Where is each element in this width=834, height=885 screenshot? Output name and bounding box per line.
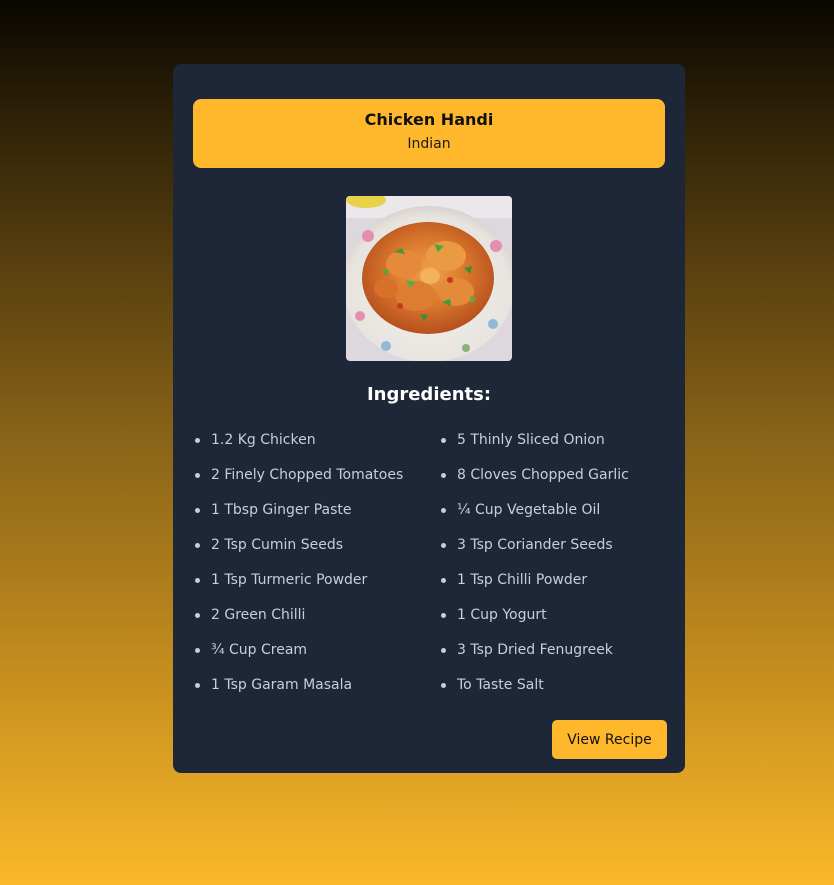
ingredient-text: 1 Tbsp Ginger Paste xyxy=(211,502,352,518)
ingredient-text: 1 Tsp Chilli Powder xyxy=(457,572,588,588)
ingredient-item: To Taste Salt xyxy=(439,674,629,709)
ingredient-item: 1.2 Kg Chicken xyxy=(193,429,403,464)
ingredient-item: 3 Tsp Coriander Seeds xyxy=(439,534,629,569)
recipe-title: Chicken Handi xyxy=(364,110,494,129)
bullet-icon xyxy=(441,613,446,618)
bullet-icon xyxy=(441,508,446,513)
ingredient-text: 2 Tsp Cumin Seeds xyxy=(211,537,344,553)
ingredient-text: 3 Tsp Dried Fenugreek xyxy=(457,642,613,658)
ingredient-text: 1.2 Kg Chicken xyxy=(211,432,316,448)
recipe-image xyxy=(346,196,512,361)
bullet-icon xyxy=(441,683,446,688)
bullet-icon xyxy=(195,578,200,583)
ingredient-text: ¼ Cup Vegetable Oil xyxy=(457,502,601,518)
view-recipe-button[interactable]: View Recipe xyxy=(552,720,667,759)
ingredient-item: ¼ Cup Vegetable Oil xyxy=(439,499,629,534)
bullet-icon xyxy=(441,543,446,548)
bullet-icon xyxy=(195,543,200,548)
recipe-header: Chicken Handi Indian xyxy=(193,99,665,168)
ingredient-text: 1 Cup Yogurt xyxy=(457,607,547,623)
ingredient-text: 2 Finely Chopped Tomatoes xyxy=(211,467,404,483)
ingredient-item: 1 Tsp Turmeric Powder xyxy=(193,569,403,604)
bullet-icon xyxy=(195,683,200,688)
ingredient-item: 1 Tbsp Ginger Paste xyxy=(193,499,403,534)
ingredient-item: 1 Tsp Chilli Powder xyxy=(439,569,629,604)
ingredient-item: 1 Cup Yogurt xyxy=(439,604,629,639)
ingredient-item: 2 Finely Chopped Tomatoes xyxy=(193,464,403,499)
ingredients-list-right: 5 Thinly Sliced Onion 8 Cloves Chopped G… xyxy=(439,429,629,709)
ingredient-item: 8 Cloves Chopped Garlic xyxy=(439,464,629,499)
ingredient-text: 3 Tsp Coriander Seeds xyxy=(457,537,613,553)
bullet-icon xyxy=(195,473,200,478)
bullet-icon xyxy=(195,438,200,443)
ingredient-text: 8 Cloves Chopped Garlic xyxy=(457,467,629,483)
ingredient-text: ¾ Cup Cream xyxy=(211,642,308,658)
ingredients-heading: Ingredients: xyxy=(366,384,492,405)
ingredient-item: 5 Thinly Sliced Onion xyxy=(439,429,629,464)
ingredient-item: 1 Tsp Garam Masala xyxy=(193,674,403,709)
ingredient-text: 1 Tsp Garam Masala xyxy=(211,677,353,693)
ingredient-text: 1 Tsp Turmeric Powder xyxy=(211,572,368,588)
ingredient-item: 3 Tsp Dried Fenugreek xyxy=(439,639,629,674)
ingredient-item: 2 Tsp Cumin Seeds xyxy=(193,534,403,569)
bullet-icon xyxy=(441,438,446,443)
bullet-icon xyxy=(441,648,446,653)
ingredient-item: 2 Green Chilli xyxy=(193,604,403,639)
recipe-cuisine: Indian xyxy=(407,136,451,152)
ingredients-list-left: 1.2 Kg Chicken 2 Finely Chopped Tomatoes… xyxy=(193,429,403,709)
bullet-icon xyxy=(441,578,446,583)
bullet-icon xyxy=(441,473,446,478)
ingredient-text: 5 Thinly Sliced Onion xyxy=(457,432,605,448)
bullet-icon xyxy=(195,613,200,618)
bullet-icon xyxy=(195,648,200,653)
ingredient-item: ¾ Cup Cream xyxy=(193,639,403,674)
recipe-card: Chicken Handi Indian Ingredients: 1.2 Kg… xyxy=(173,64,685,773)
ingredient-text: 2 Green Chilli xyxy=(211,607,306,623)
bullet-icon xyxy=(195,508,200,513)
ingredient-text: To Taste Salt xyxy=(457,677,544,693)
